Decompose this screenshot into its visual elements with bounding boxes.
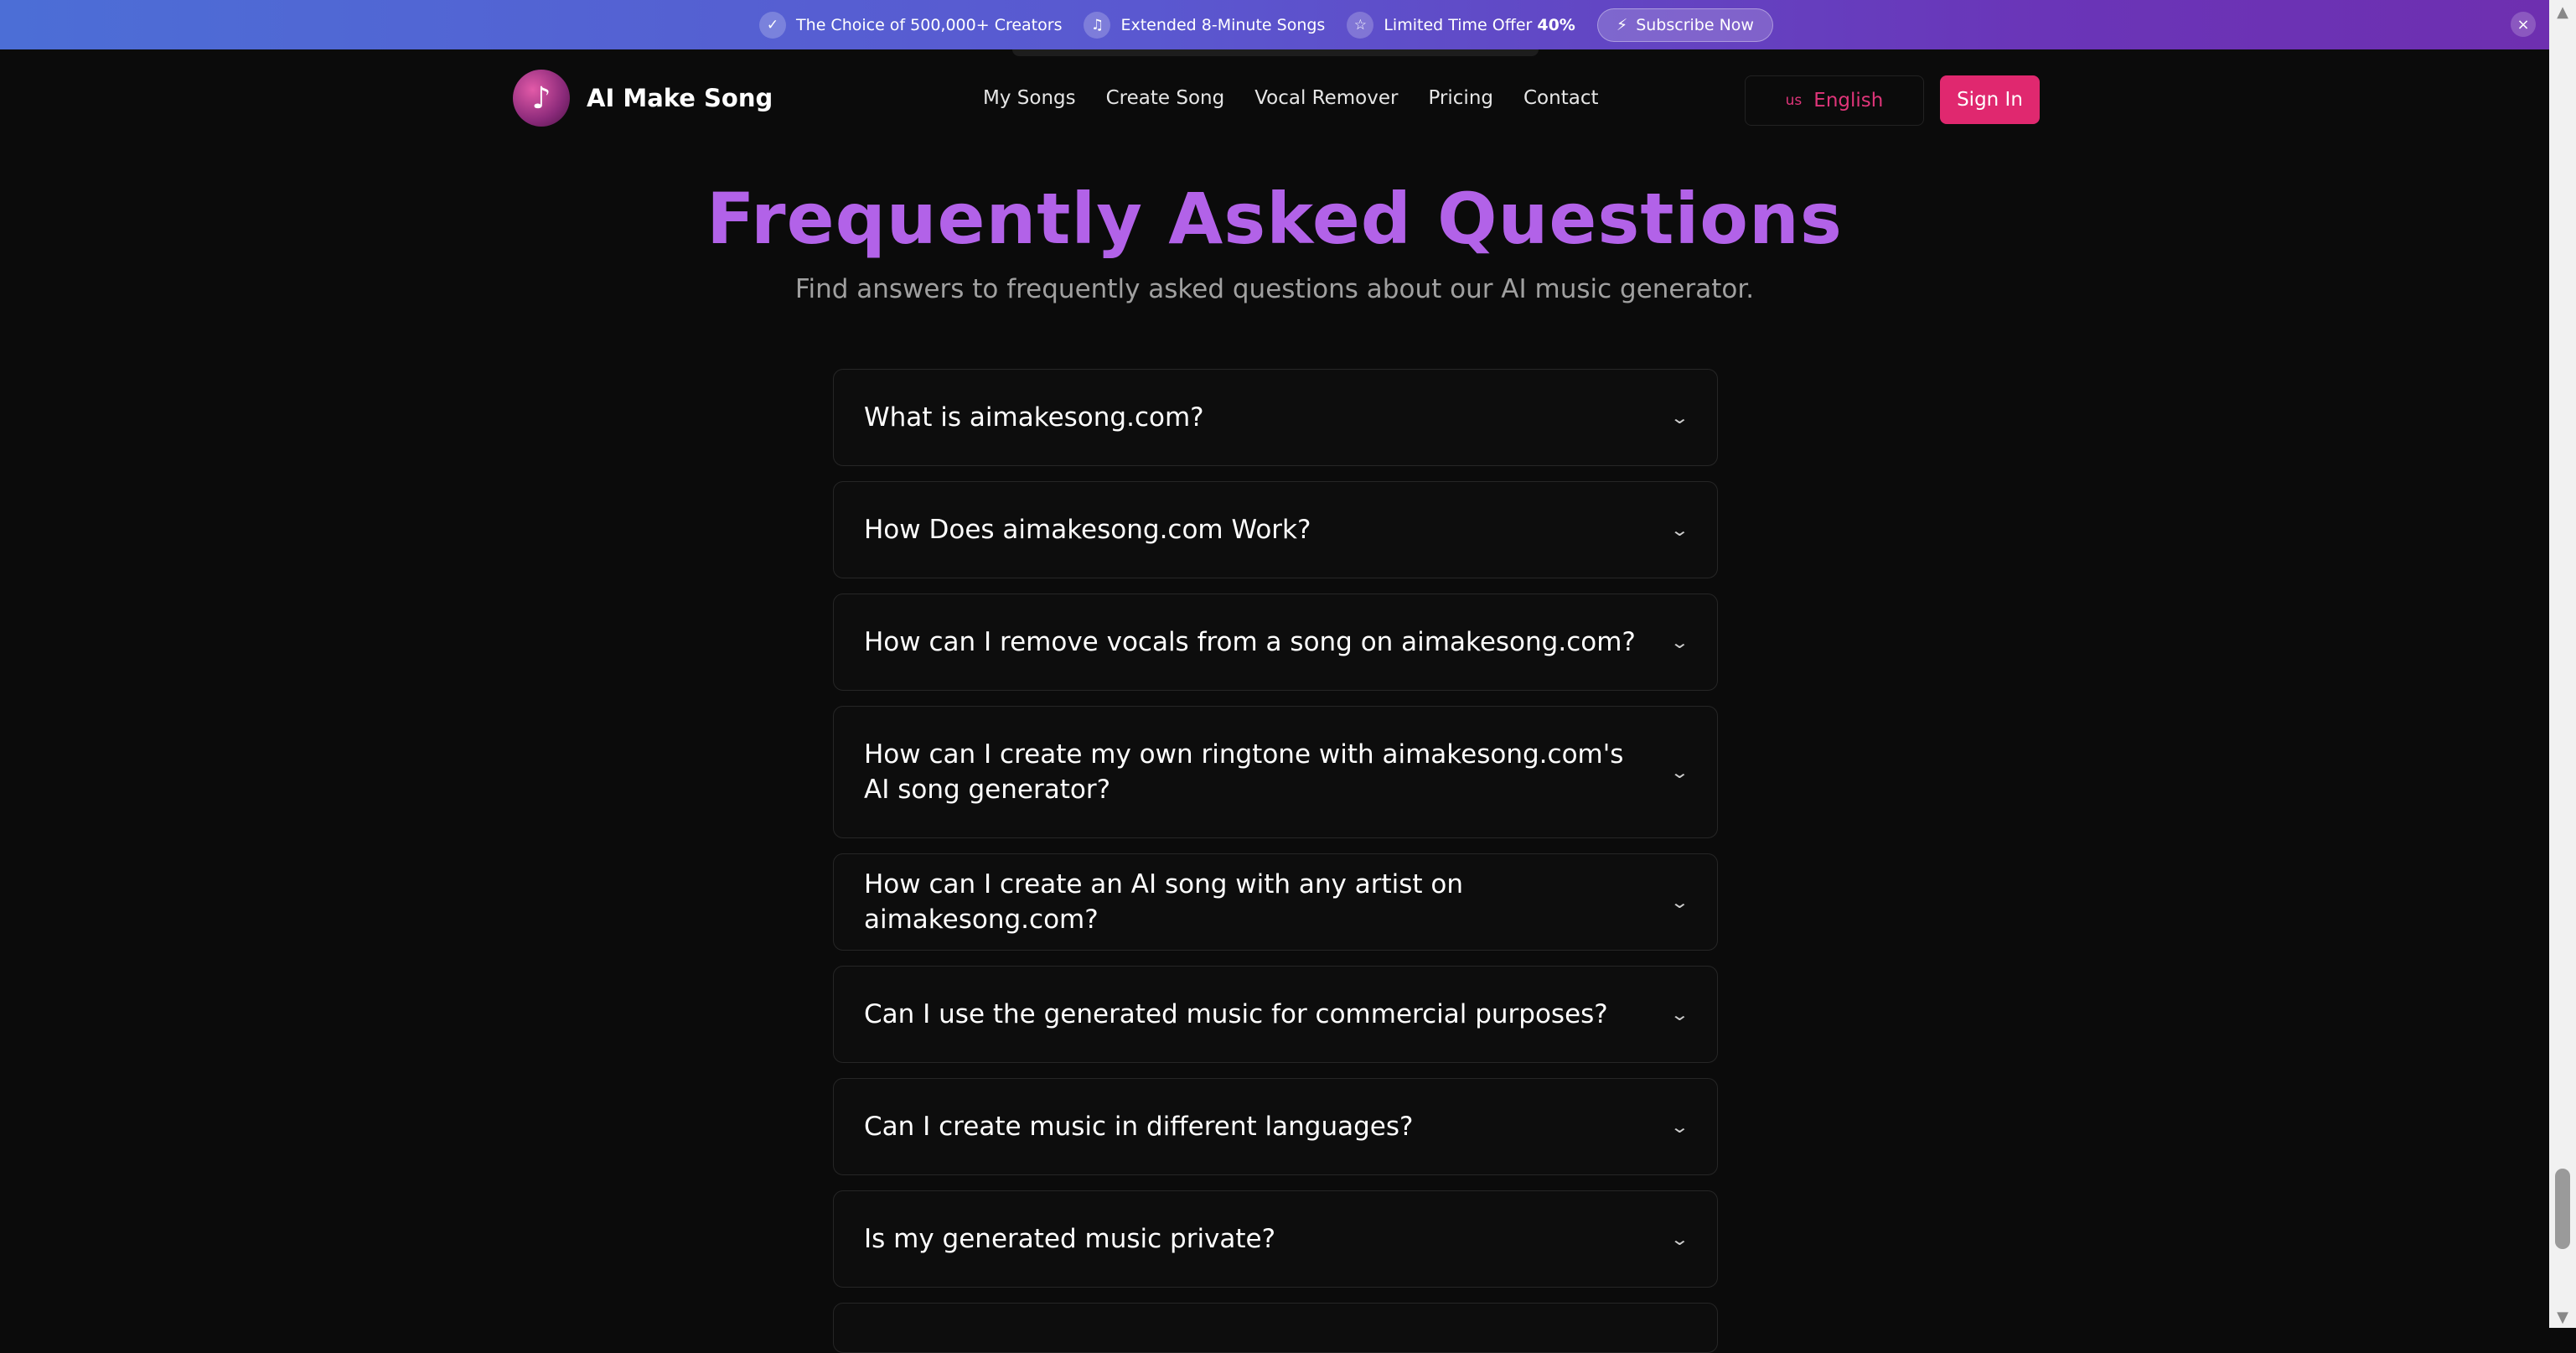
promo-creators-text: The Choice of 500,000+ Creators	[796, 15, 1063, 34]
faq-item[interactable]: Can I use the generated music for commer…	[833, 966, 1718, 1063]
chevron-down-icon: ⌄	[1669, 1117, 1690, 1137]
chevron-down-icon: ⌄	[1669, 407, 1690, 428]
faq-question: What is aimakesong.com?	[864, 402, 1204, 433]
logo[interactable]: ♪ AI Make Song	[513, 70, 773, 127]
faq-question: Is my generated music private?	[864, 1224, 1276, 1254]
promo-extended-text: Extended 8-Minute Songs	[1120, 15, 1326, 34]
faq-question: How can I create an AI song with any art…	[864, 869, 1464, 935]
lightning-icon: ⚡	[1616, 15, 1628, 34]
promo-banner: ✓ The Choice of 500,000+ Creators ♫ Exte…	[0, 0, 2549, 49]
faq-question: How Does aimakesong.com Work?	[864, 515, 1311, 545]
faq-item[interactable]: What is aimakesong.com? ⌄	[833, 369, 1718, 466]
scroll-down-arrow-icon[interactable]: ▼	[2549, 1309, 2576, 1326]
promo-items: ✓ The Choice of 500,000+ Creators ♫ Exte…	[759, 8, 1773, 42]
faq-item[interactable]: How can I create an AI song with any art…	[833, 853, 1718, 951]
faq-question: How can I create my own ringtone with ai…	[864, 739, 1624, 805]
header-overlay-bar	[1012, 49, 1539, 56]
nav-vocal-remover[interactable]: Vocal Remover	[1254, 87, 1398, 109]
promo-offer-label: Limited Time Offer	[1384, 15, 1538, 34]
promo-item-offer: ☆ Limited Time Offer 40%	[1347, 11, 1575, 39]
faq-item[interactable]: Can I create music in different language…	[833, 1078, 1718, 1175]
chevron-down-icon: ⌄	[1669, 632, 1690, 652]
chevron-down-icon: ⌄	[1669, 1004, 1690, 1024]
faq-item[interactable]: How can I remove vocals from a song on a…	[833, 594, 1718, 691]
logo-text: AI Make Song	[587, 84, 773, 112]
faq-title: Frequently Asked Questions	[706, 178, 1843, 260]
nav-my-songs[interactable]: My Songs	[983, 87, 1076, 109]
faq-question: How can I remove vocals from a song on a…	[864, 627, 1636, 657]
faq-question: Can I create music in different language…	[864, 1112, 1414, 1142]
chevron-down-icon: ⌄	[1669, 762, 1690, 782]
faq-subtitle: Find answers to frequently asked questio…	[794, 274, 1755, 304]
main-nav: My Songs Create Song Vocal Remover Prici…	[983, 87, 1598, 109]
promo-item-creators: ✓ The Choice of 500,000+ Creators	[759, 11, 1063, 39]
page-scrollbar[interactable]: ▲ ▼	[2549, 0, 2576, 1328]
faq-item[interactable]: How Does aimakesong.com Work? ⌄	[833, 481, 1718, 578]
language-label: English	[1813, 90, 1884, 111]
sign-in-button[interactable]: Sign In	[1940, 75, 2040, 124]
subscribe-button[interactable]: ⚡ Subscribe Now	[1596, 8, 1773, 42]
check-badge-icon: ✓	[759, 11, 787, 39]
faq-list: What is aimakesong.com? ⌄ How Does aimak…	[833, 369, 1718, 1353]
music-note-icon: ♫	[1084, 11, 1111, 39]
promo-offer-percent: 40%	[1537, 15, 1575, 34]
scroll-up-arrow-icon[interactable]: ▲	[2549, 3, 2576, 21]
logo-icon: ♪	[513, 70, 570, 127]
star-icon: ☆	[1347, 11, 1374, 39]
site-header: ♪ AI Make Song My Songs Create Song Voca…	[0, 49, 2549, 150]
close-icon[interactable]: ×	[2511, 12, 2536, 37]
faq-item[interactable]: Is my generated music private? ⌄	[833, 1190, 1718, 1288]
nav-pricing[interactable]: Pricing	[1428, 87, 1493, 109]
nav-contact[interactable]: Contact	[1523, 87, 1598, 109]
faq-item[interactable]: How can I create my own ringtone with ai…	[833, 706, 1718, 838]
nav-create-song[interactable]: Create Song	[1106, 87, 1225, 109]
language-selector[interactable]: us English	[1745, 75, 1924, 126]
faq-question: Can I use the generated music for commer…	[864, 999, 1608, 1029]
scrollbar-thumb[interactable]	[2555, 1169, 2570, 1249]
chevron-down-icon: ⌄	[1669, 892, 1690, 912]
chevron-down-icon: ⌄	[1669, 1229, 1690, 1249]
promo-offer-text: Limited Time Offer 40%	[1384, 16, 1575, 34]
us-flag-icon: us	[1785, 92, 1803, 109]
chevron-down-icon: ⌄	[1669, 520, 1690, 540]
promo-item-extended: ♫ Extended 8-Minute Songs	[1084, 11, 1326, 39]
faq-item-partial[interactable]	[833, 1303, 1718, 1353]
subscribe-label: Subscribe Now	[1636, 15, 1754, 34]
